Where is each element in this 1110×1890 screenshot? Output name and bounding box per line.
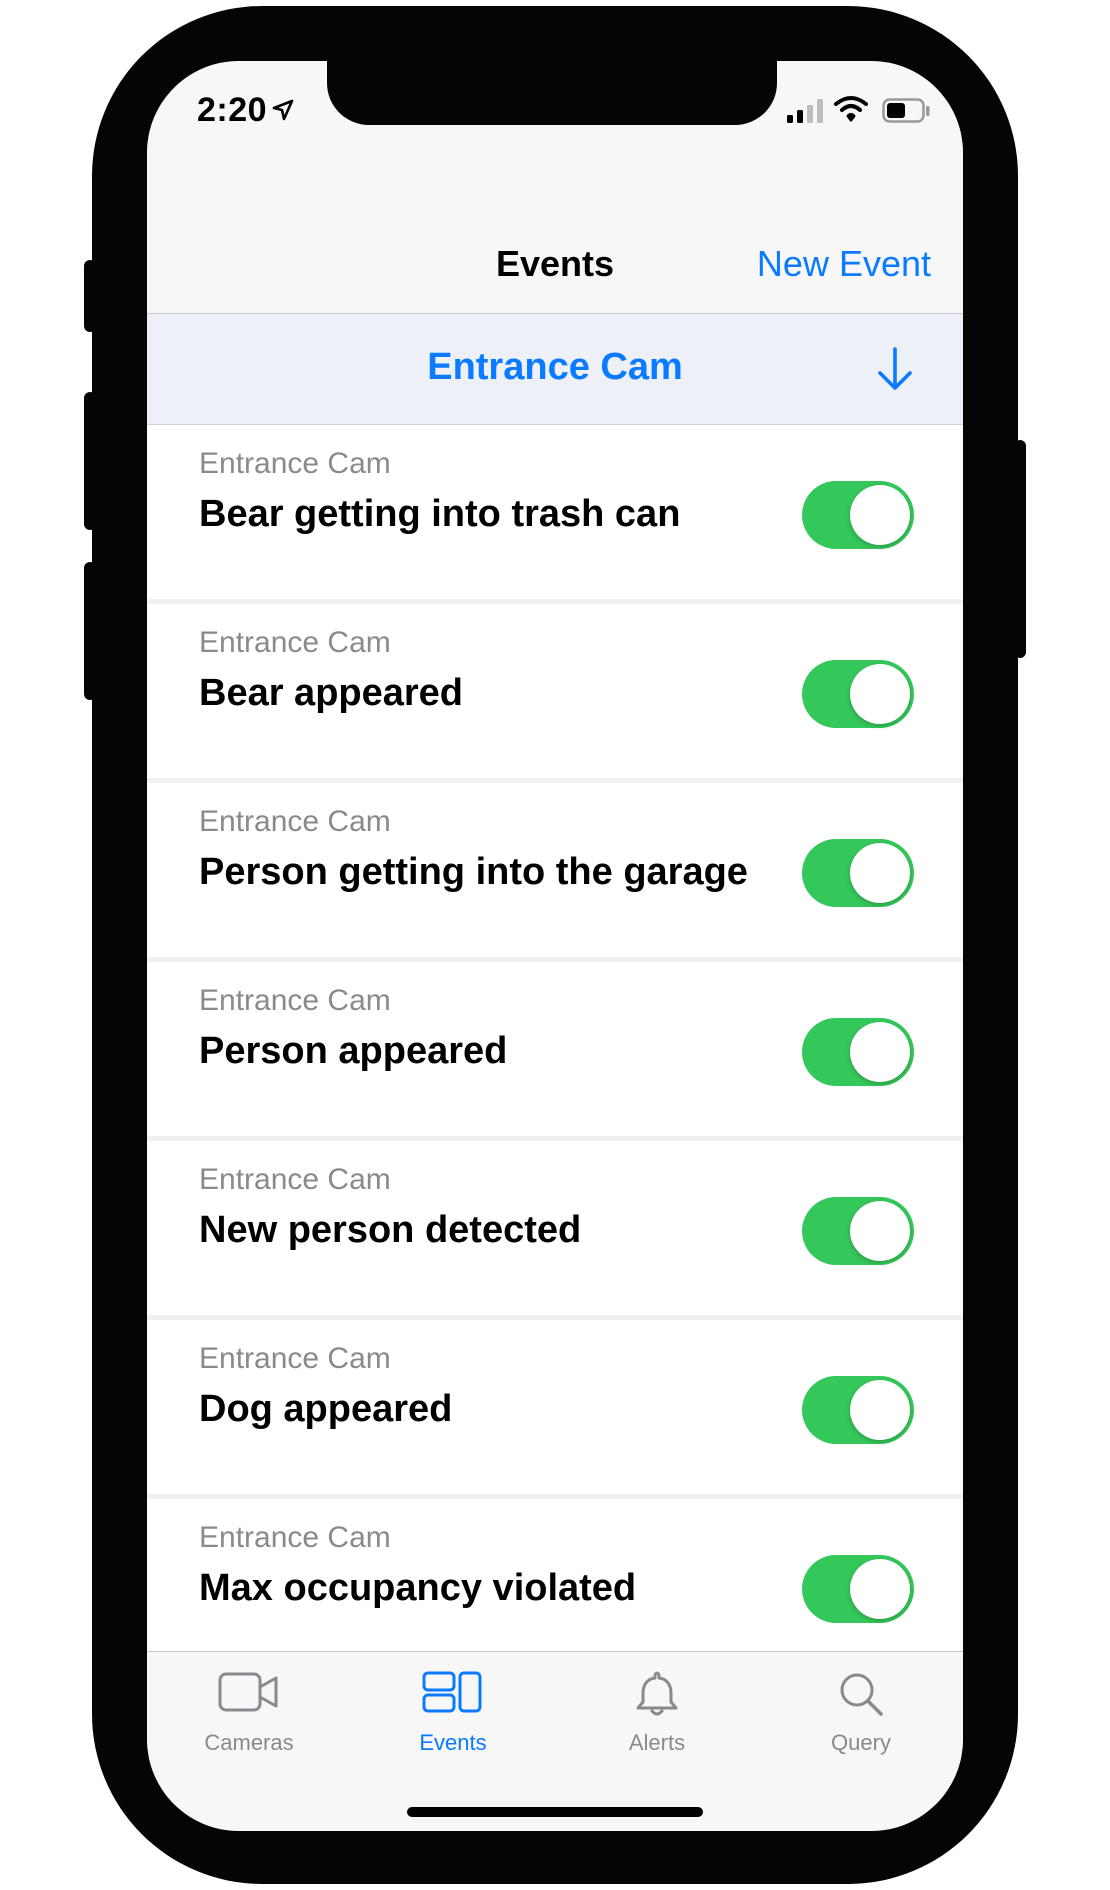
tab-bar: Cameras Events Alerts Query xyxy=(147,1651,963,1831)
event-row[interactable]: Entrance Cam New person detected xyxy=(147,1141,963,1320)
event-name: New person detected xyxy=(199,1209,582,1251)
navigation-bar: Events New Event xyxy=(147,171,963,314)
event-enabled-toggle[interactable] xyxy=(802,839,914,907)
event-name: Bear appeared xyxy=(199,672,464,714)
event-row[interactable]: Entrance Cam Person getting into the gar… xyxy=(147,783,963,962)
event-camera-label: Entrance Cam xyxy=(199,1342,391,1375)
event-camera-label: Entrance Cam xyxy=(199,1521,391,1554)
event-enabled-toggle[interactable] xyxy=(802,1555,914,1623)
event-row[interactable]: Entrance Cam Person appeared xyxy=(147,962,963,1141)
video-camera-icon xyxy=(218,1672,278,1712)
toggle-knob xyxy=(850,1559,910,1619)
arrow-down-icon[interactable] xyxy=(875,346,915,392)
toggle-knob xyxy=(850,1022,910,1082)
event-list: Entrance Cam Bear getting into trash can… xyxy=(147,425,963,1678)
events-grid-icon xyxy=(422,1671,482,1713)
toggle-knob xyxy=(850,664,910,724)
event-row[interactable]: Entrance Cam Bear appeared xyxy=(147,604,963,783)
event-camera-label: Entrance Cam xyxy=(199,984,391,1017)
mute-switch xyxy=(84,260,96,332)
event-name: Bear getting into trash can xyxy=(199,493,681,535)
home-indicator[interactable] xyxy=(407,1807,703,1817)
tab-cameras[interactable]: Cameras xyxy=(147,1652,351,1772)
event-camera-label: Entrance Cam xyxy=(199,805,391,838)
event-row[interactable]: Entrance Cam Dog appeared xyxy=(147,1320,963,1499)
event-camera-label: Entrance Cam xyxy=(199,626,391,659)
new-event-button[interactable]: New Event xyxy=(757,243,931,285)
event-enabled-toggle[interactable] xyxy=(802,1197,914,1265)
event-enabled-toggle[interactable] xyxy=(802,1018,914,1086)
toggle-knob xyxy=(850,1380,910,1440)
event-name: Person appeared xyxy=(199,1030,508,1072)
battery-icon xyxy=(882,98,930,123)
tab-query-label: Query xyxy=(831,1730,891,1755)
toggle-knob xyxy=(850,485,910,545)
event-name: Max occupancy violated xyxy=(199,1567,637,1609)
toggle-knob xyxy=(850,843,910,903)
phone-screen: 2:20 Events New Event Entrance Cam Entra… xyxy=(147,61,963,1831)
tab-events-label: Events xyxy=(419,1730,487,1755)
power-button xyxy=(1014,440,1026,658)
camera-selector[interactable]: Entrance Cam xyxy=(147,314,963,425)
tab-query[interactable]: Query xyxy=(759,1652,963,1772)
tab-events[interactable]: Events xyxy=(351,1652,555,1772)
volume-up-button xyxy=(84,392,96,530)
tab-alerts-label: Alerts xyxy=(628,1730,686,1755)
status-time: 2:20 xyxy=(197,91,268,129)
tab-cameras-label: Cameras xyxy=(204,1730,294,1755)
event-camera-label: Entrance Cam xyxy=(199,447,391,480)
location-arrow-icon xyxy=(272,99,294,121)
event-row[interactable]: Entrance Cam Bear getting into trash can xyxy=(147,425,963,604)
event-enabled-toggle[interactable] xyxy=(802,1376,914,1444)
camera-selector-label[interactable]: Entrance Cam xyxy=(147,346,963,389)
volume-down-button xyxy=(84,562,96,700)
event-camera-label: Entrance Cam xyxy=(199,1163,391,1196)
toggle-knob xyxy=(850,1201,910,1261)
wifi-icon xyxy=(834,96,868,122)
bell-icon xyxy=(636,1671,678,1716)
event-enabled-toggle[interactable] xyxy=(802,481,914,549)
event-enabled-toggle[interactable] xyxy=(802,660,914,728)
tab-alerts[interactable]: Alerts xyxy=(555,1652,759,1772)
cellular-signal-icon xyxy=(787,99,823,123)
magnifier-icon xyxy=(840,1673,883,1716)
notch xyxy=(327,61,777,125)
event-name: Dog appeared xyxy=(199,1388,453,1430)
event-name: Person getting into the garage xyxy=(199,851,748,893)
